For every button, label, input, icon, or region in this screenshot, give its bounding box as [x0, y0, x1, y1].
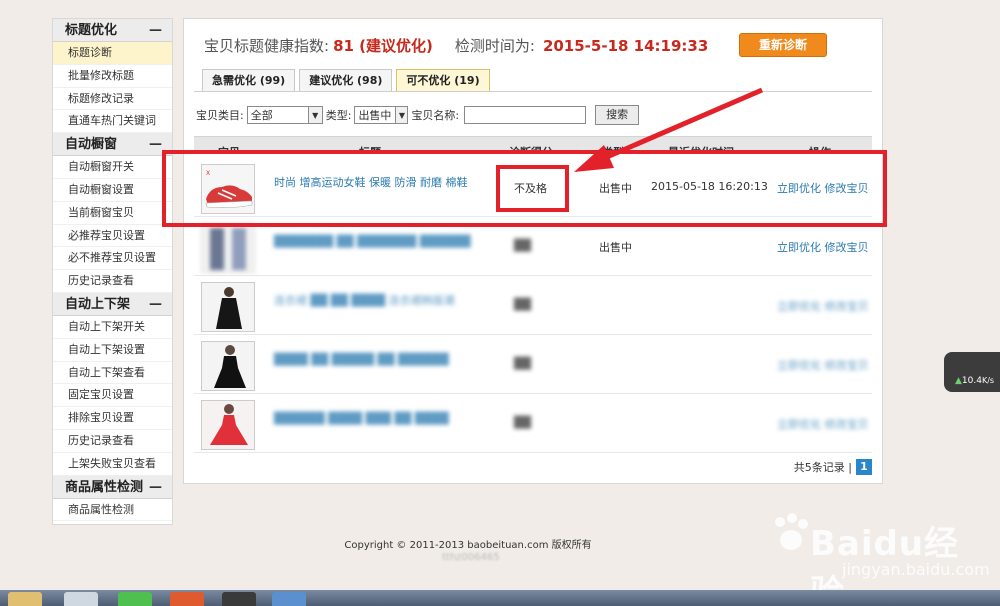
- watermark-url: jingyan.baidu.com: [842, 560, 990, 579]
- speed-value: 10.4: [961, 376, 982, 386]
- red-app-icon[interactable]: [170, 592, 204, 606]
- browser-icon[interactable]: [272, 592, 306, 606]
- speed-unit: K/s: [981, 376, 995, 385]
- paw-icon: [775, 513, 808, 550]
- upload-arrow-icon: ▲: [955, 376, 962, 386]
- baidu-watermark: Baidu经验 jingyan.baidu.com: [770, 508, 990, 606]
- folder-icon[interactable]: [8, 592, 42, 606]
- app-icon[interactable]: [64, 592, 98, 606]
- green-app-icon[interactable]: [118, 592, 152, 606]
- network-speed-widget[interactable]: ▲10.4K/s: [944, 352, 1000, 392]
- page: 标题优化 — 标题诊断 批量修改标题 标题修改记录 直通车热门关键词 自动橱窗 — …: [0, 0, 1000, 606]
- taskbar: [0, 590, 1000, 606]
- dark-app-icon[interactable]: [222, 592, 256, 606]
